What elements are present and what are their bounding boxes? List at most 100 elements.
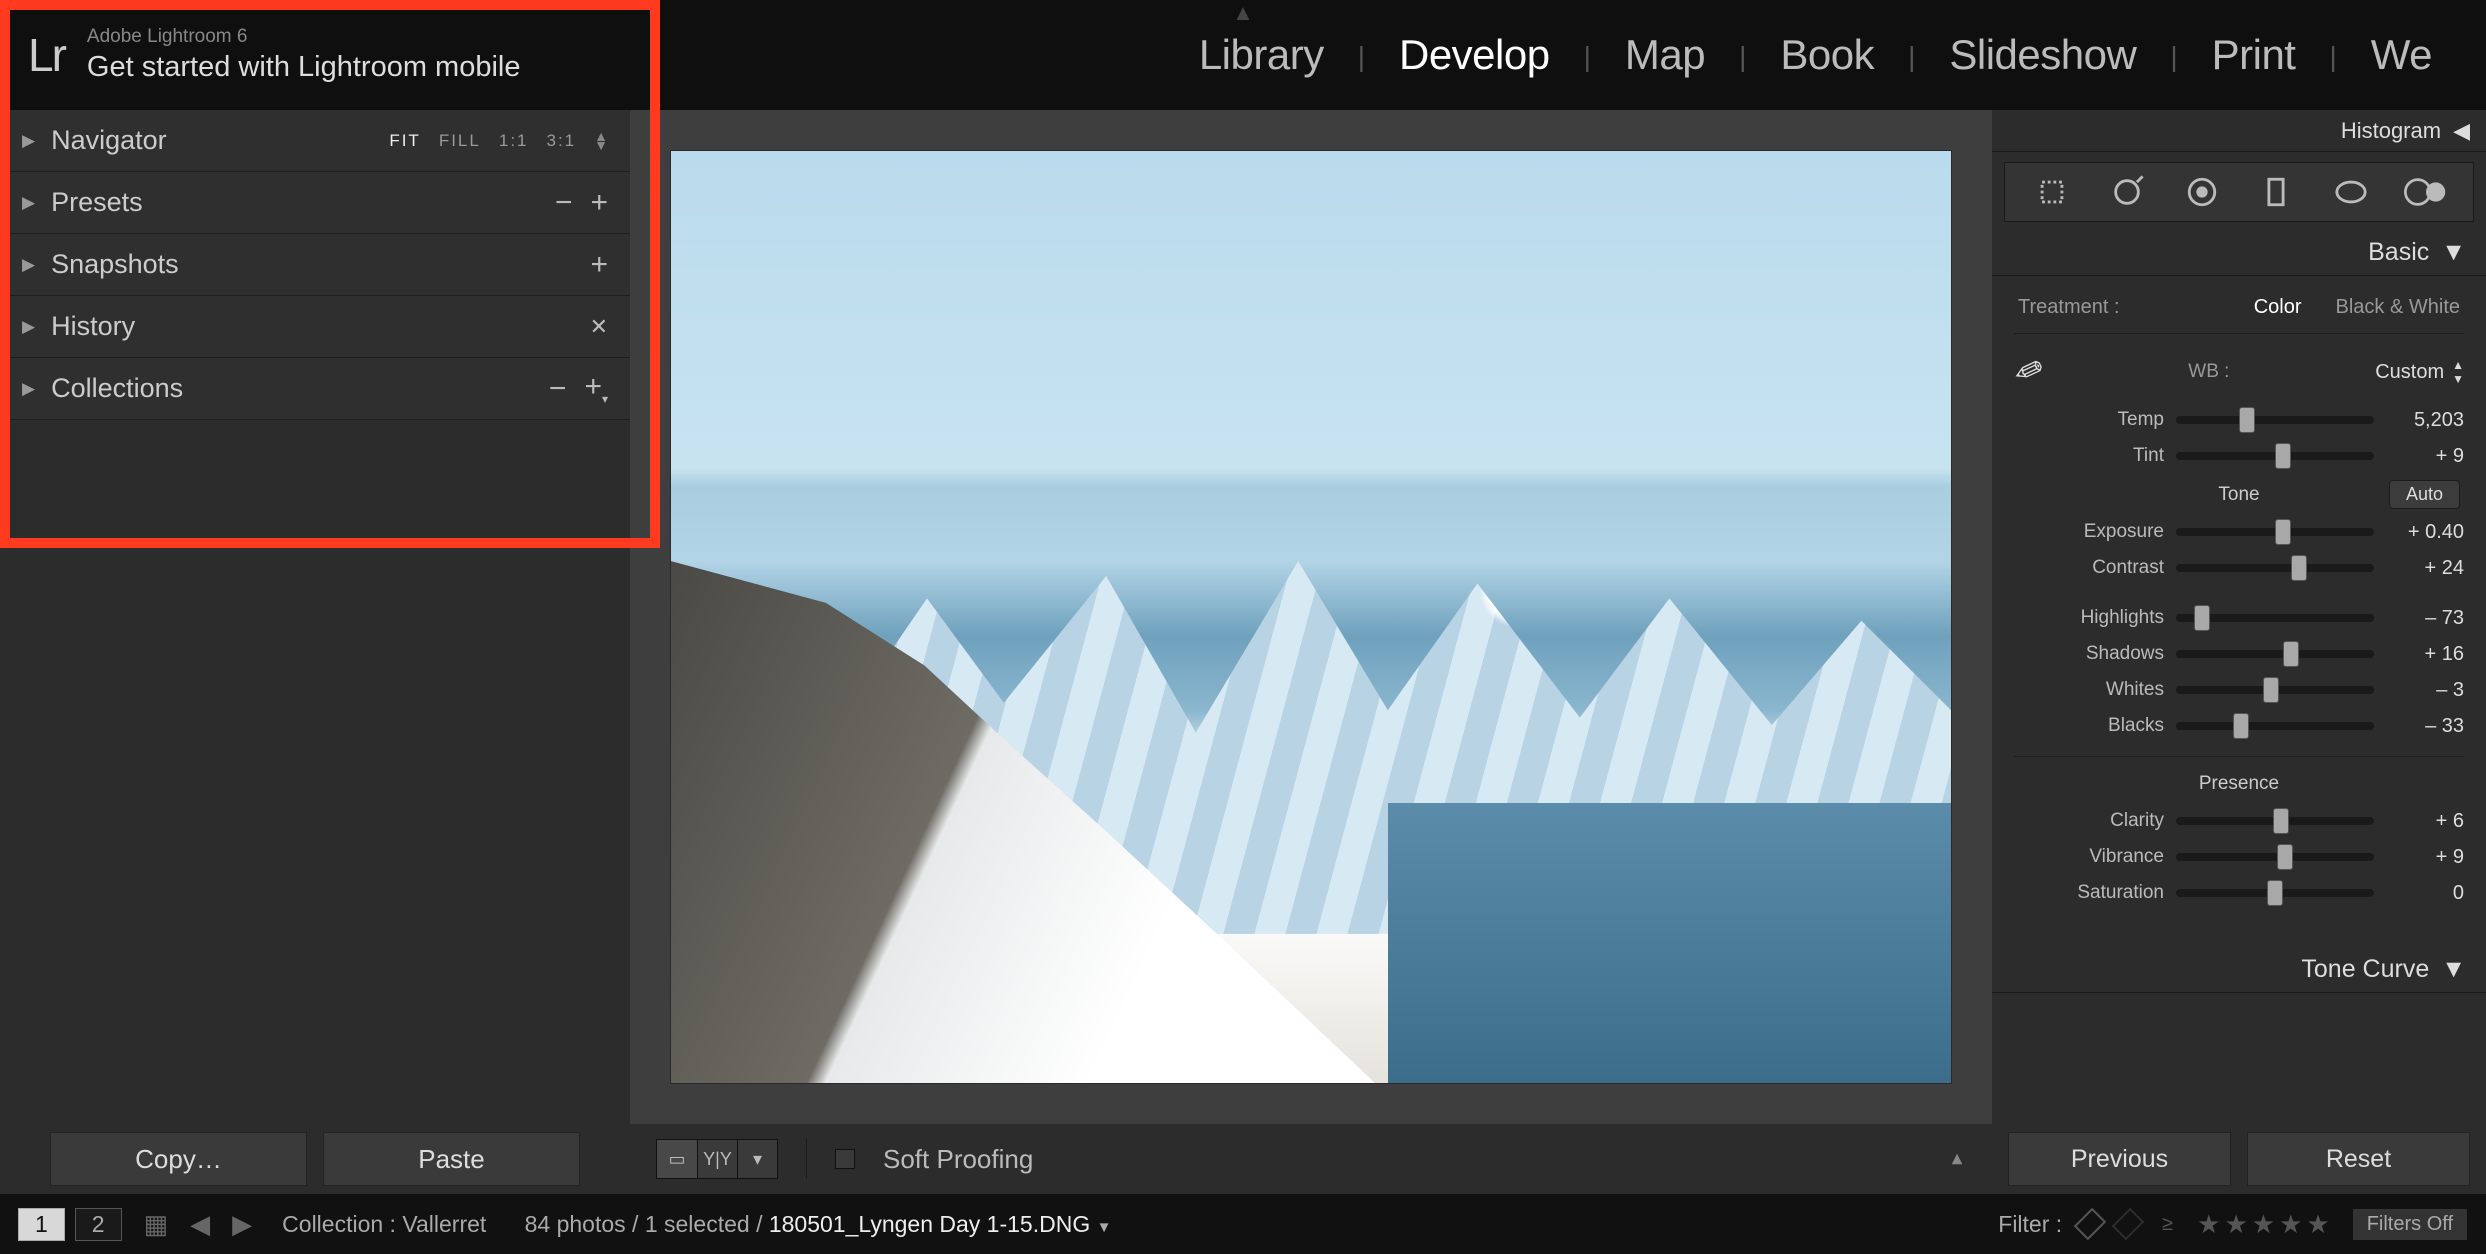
section-history[interactable]: ▶History ✕ <box>0 296 630 358</box>
basic-panel-body: Treatment : Color Black & White ✎ WB : C… <box>1992 276 2486 939</box>
monitor-2[interactable]: 2 <box>75 1208 122 1241</box>
module-library[interactable]: Library <box>1165 31 1358 79</box>
slider-clarity[interactable]: Clarity+ 6 <box>2014 803 2464 839</box>
tone-curve-label: Tone Curve <box>2301 955 2429 984</box>
chevron-right-icon: ▶ <box>22 131 35 151</box>
filter-label: Filter : <box>1998 1211 2062 1238</box>
add-preset-button[interactable]: + <box>590 188 608 218</box>
slider-tint[interactable]: Tint + 9 <box>2014 438 2464 474</box>
paste-settings-button[interactable]: Paste <box>323 1132 580 1186</box>
add-collection-button[interactable]: +▾ <box>584 372 608 405</box>
zoom-fit[interactable]: FIT <box>389 131 421 151</box>
spot-removal-tool-icon[interactable] <box>2105 170 2149 214</box>
right-panel: Histogram ◀ Basic ▼ Treatment : Color Bl… <box>1992 110 2486 1124</box>
app-subtitle[interactable]: Get started with Lightroom mobile <box>87 49 521 85</box>
photo-foreground <box>671 561 1375 1083</box>
module-print[interactable]: Print <box>2178 31 2330 79</box>
separator <box>806 1139 807 1179</box>
reset-button[interactable]: Reset <box>2247 1132 2470 1186</box>
chevron-left-icon: ◀ <box>2453 118 2470 144</box>
presence-group: Presence Clarity+ 6 Vibrance+ 9 Saturati… <box>2014 763 2464 923</box>
wb-row: ✎ WB : Custom▲▼ <box>2014 346 2464 402</box>
module-develop[interactable]: Develop <box>1365 31 1584 79</box>
remove-collection-button[interactable]: − <box>549 374 567 404</box>
left-panel: ▶ Navigator FIT FILL 1:1 3:1 ▲▼ ▶Presets … <box>0 110 630 1124</box>
main-photo <box>670 150 1952 1084</box>
presence-label: Presence <box>2199 773 2279 795</box>
zoom-1to1[interactable]: 1:1 <box>499 131 529 151</box>
section-collections[interactable]: ▶ Collections −+▾ <box>0 358 630 420</box>
slider-vibrance[interactable]: Vibrance+ 9 <box>2014 839 2464 875</box>
app-title: Adobe Lightroom 6 <box>87 25 521 49</box>
copy-settings-button[interactable]: Copy… <box>50 1132 307 1186</box>
nav-back-icon[interactable]: ◀ <box>190 1209 210 1240</box>
module-switcher: Library| Develop| Map| Book| Slideshow| … <box>1165 0 2486 110</box>
treatment-bw[interactable]: Black & White <box>2336 296 2460 319</box>
chevron-right-icon: ▶ <box>22 379 35 399</box>
chevron-down-icon[interactable]: ▼ <box>1097 1219 1112 1236</box>
flag-reject-icon[interactable] <box>2112 1208 2145 1241</box>
wb-select[interactable]: Custom▲▼ <box>2375 358 2464 386</box>
slider-blacks[interactable]: Blacks– 33 <box>2014 708 2464 744</box>
soft-proof-checkbox[interactable] <box>835 1149 855 1169</box>
right-bottom-buttons: Previous Reset <box>1992 1124 2486 1194</box>
chevron-right-icon: ▶ <box>22 317 35 337</box>
filters-off-button[interactable]: Filters Off <box>2352 1208 2468 1241</box>
wb-label: WB : <box>2043 361 2376 383</box>
before-after-menu-button[interactable]: ▾ <box>737 1140 777 1178</box>
grid-view-icon[interactable]: ▦ <box>144 1209 169 1240</box>
redeye-tool-icon[interactable] <box>2180 170 2224 214</box>
left-bottom-buttons: Copy… Paste <box>0 1124 630 1194</box>
before-after-lr-button[interactable]: Y|Y <box>697 1140 737 1178</box>
wb-eyedropper-icon[interactable]: ✎ <box>2008 348 2048 395</box>
module-slideshow[interactable]: Slideshow <box>1915 31 2170 79</box>
zoom-3to1[interactable]: 3:1 <box>547 131 577 151</box>
section-presets[interactable]: ▶Presets −+ <box>0 172 630 234</box>
nav-forward-icon[interactable]: ▶ <box>232 1209 252 1240</box>
zoom-fill[interactable]: FILL <box>439 131 481 151</box>
slider-whites[interactable]: Whites– 3 <box>2014 672 2464 708</box>
slider-saturation[interactable]: Saturation0 <box>2014 875 2464 911</box>
flag-pick-icon[interactable] <box>2074 1208 2107 1241</box>
slider-contrast[interactable]: Contrast+ 24 <box>2014 550 2464 586</box>
treatment-color[interactable]: Color <box>2254 296 2302 319</box>
section-label: Collections <box>51 373 183 404</box>
auto-tone-button[interactable]: Auto <box>2389 480 2460 509</box>
graduated-filter-tool-icon[interactable] <box>2254 170 2298 214</box>
add-snapshot-button[interactable]: + <box>590 250 608 280</box>
section-label: Snapshots <box>51 249 179 280</box>
slider-shadows[interactable]: Shadows+ 16 <box>2014 636 2464 672</box>
adjustment-brush-tool-icon[interactable] <box>2404 170 2448 214</box>
radial-filter-tool-icon[interactable] <box>2329 170 2373 214</box>
filmstrip-infobar: 1 2 ▦ ◀ ▶ Collection : Vallerret 84 phot… <box>0 1194 2486 1254</box>
module-map[interactable]: Map <box>1591 31 1739 79</box>
module-book[interactable]: Book <box>1746 31 1908 79</box>
image-canvas[interactable] <box>630 110 1992 1124</box>
remove-preset-button[interactable]: − <box>555 188 573 218</box>
crop-tool-icon[interactable] <box>2030 170 2074 214</box>
basic-panel-header[interactable]: Basic ▼ <box>1992 230 2486 276</box>
previous-button[interactable]: Previous <box>2008 1132 2231 1186</box>
clear-history-button[interactable]: ✕ <box>590 314 608 340</box>
section-snapshots[interactable]: ▶ Snapshots + <box>0 234 630 296</box>
source-info[interactable]: Collection : Vallerret 84 photos / 1 sel… <box>252 1211 1998 1238</box>
chevron-right-icon: ▶ <box>22 255 35 275</box>
chevron-right-icon: ▶ <box>22 193 35 213</box>
histogram-label: Histogram <box>2341 118 2441 144</box>
section-navigator[interactable]: ▶ Navigator FIT FILL 1:1 3:1 ▲▼ <box>0 110 630 172</box>
histogram-header[interactable]: Histogram ◀ <box>1992 110 2486 152</box>
toolbar-expand-icon[interactable]: ▼ <box>1948 1149 1966 1170</box>
loupe-view-button[interactable]: ▭ <box>657 1140 697 1178</box>
slider-exposure[interactable]: Exposure+ 0.40 <box>2014 514 2464 550</box>
zoom-stepper-icon[interactable]: ▲▼ <box>594 132 608 149</box>
section-label: Navigator <box>51 125 167 156</box>
monitor-pager: 1 2 <box>18 1208 122 1241</box>
monitor-1[interactable]: 1 <box>18 1208 65 1241</box>
slider-highlights[interactable]: Highlights– 73 <box>2014 600 2464 636</box>
module-web[interactable]: We <box>2337 31 2466 79</box>
slider-temp[interactable]: Temp 5,203 <box>2014 402 2464 438</box>
app-logo: Lr <box>28 28 65 82</box>
tone-curve-panel-header[interactable]: Tone Curve ▼ <box>1992 947 2486 993</box>
header-identity: Lr Adobe Lightroom 6 Get started with Li… <box>0 0 660 110</box>
rating-stars[interactable]: ★★★★★ <box>2197 1209 2334 1240</box>
